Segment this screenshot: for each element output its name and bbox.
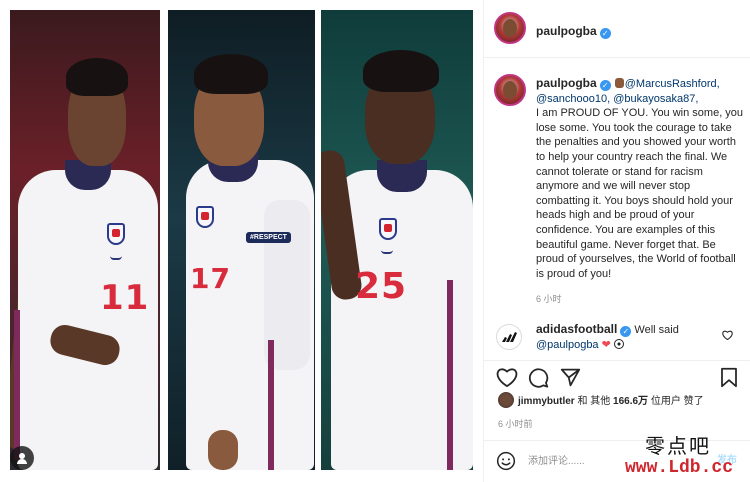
player-hair — [194, 54, 268, 94]
verified-icon: ✓ — [599, 28, 611, 39]
jersey-stripe — [14, 310, 20, 460]
comment-body: Well said — [634, 324, 679, 336]
jersey — [18, 170, 158, 470]
caption-body: I am PROUD OF YOU. You win some, you los… — [536, 107, 744, 280]
england-crest-icon — [196, 206, 214, 228]
likes-summary[interactable]: jimmybutler 和 其他 166.6万 位用户 赞了 — [498, 392, 748, 408]
player-photo-2: #RESPECT 17 — [168, 10, 315, 470]
caption-timestamp: 6 小时 — [536, 294, 562, 304]
post-image-area[interactable]: 11 #RESPECT 17 25 — [0, 0, 483, 482]
heart-icon[interactable] — [496, 367, 518, 392]
kit-number: 25 — [355, 266, 408, 307]
player-hair — [363, 50, 439, 92]
header-username-wrap: paulpogba ✓ — [536, 22, 611, 40]
likes-count[interactable]: 166.6万 — [613, 396, 648, 407]
post-timestamp: 6 小时前 — [498, 419, 533, 429]
watermark-cn: 零点吧 — [645, 434, 711, 458]
england-crest-icon — [379, 218, 397, 240]
kit-number: 17 — [190, 262, 231, 295]
caption-text: paulpogba ✓ @MarcusRashford, @sanchooo10,… — [536, 76, 746, 281]
post-header: paulpogba ✓ — [484, 0, 750, 58]
liker-username[interactable]: jimmybutler — [518, 396, 575, 407]
england-crest-icon — [107, 223, 125, 245]
smile-icon[interactable] — [496, 451, 516, 476]
action-bar — [484, 360, 750, 394]
respect-badge: #RESPECT — [246, 232, 291, 243]
header-username[interactable]: paulpogba — [536, 24, 597, 38]
post-side-panel: paulpogba ✓ paulpogba ✓ @MarcusRashford, @… — [483, 0, 750, 482]
kit-number: 11 — [100, 278, 150, 318]
watermark-url: www.Ldb.cc — [625, 458, 734, 478]
jersey-stripe — [268, 340, 274, 470]
avatar[interactable] — [494, 74, 526, 106]
mention-link[interactable]: @sanchooo10, — [536, 93, 610, 105]
comment-username[interactable]: adidasfootball — [536, 322, 617, 336]
jersey-collar — [377, 160, 427, 192]
liker-avatar — [498, 392, 514, 408]
mention-link[interactable]: @MarcusRashford, — [625, 78, 720, 90]
multi-photo-icon[interactable] — [10, 446, 34, 470]
comment-heart-icon[interactable] — [722, 327, 733, 345]
mention-link[interactable]: @paulpogba — [536, 339, 599, 351]
bookmark-icon[interactable] — [720, 367, 738, 393]
verified-icon: ✓ — [620, 326, 632, 337]
player-hair — [66, 58, 128, 96]
caption-username[interactable]: paulpogba — [536, 76, 597, 90]
player-photo-3: 25 — [321, 10, 473, 470]
comment-icon[interactable] — [528, 367, 549, 393]
jersey-stripe — [447, 280, 453, 470]
share-icon[interactable] — [560, 367, 581, 393]
soccer-ball-emoji-icon — [613, 338, 624, 349]
red-heart-emoji-icon: ❤ — [601, 338, 611, 351]
player-hand — [208, 430, 238, 470]
mention-link[interactable]: @bukayosaka87, — [613, 93, 698, 105]
player-photo-1: 11 — [10, 10, 160, 470]
comment-text: adidasfootball ✓ Well said @paulpogba ❤ — [536, 322, 721, 352]
likes-connector: 和 其他 — [577, 396, 611, 407]
verified-icon: ✓ — [599, 80, 611, 91]
avatar[interactable] — [494, 12, 526, 44]
likes-suffix: 位用户 赞了 — [650, 396, 704, 407]
comment-row: adidasfootball ✓ Well said @paulpogba ❤ — [484, 320, 750, 354]
fist-emoji-icon — [614, 78, 624, 88]
adidas-logo-icon[interactable] — [496, 324, 522, 350]
